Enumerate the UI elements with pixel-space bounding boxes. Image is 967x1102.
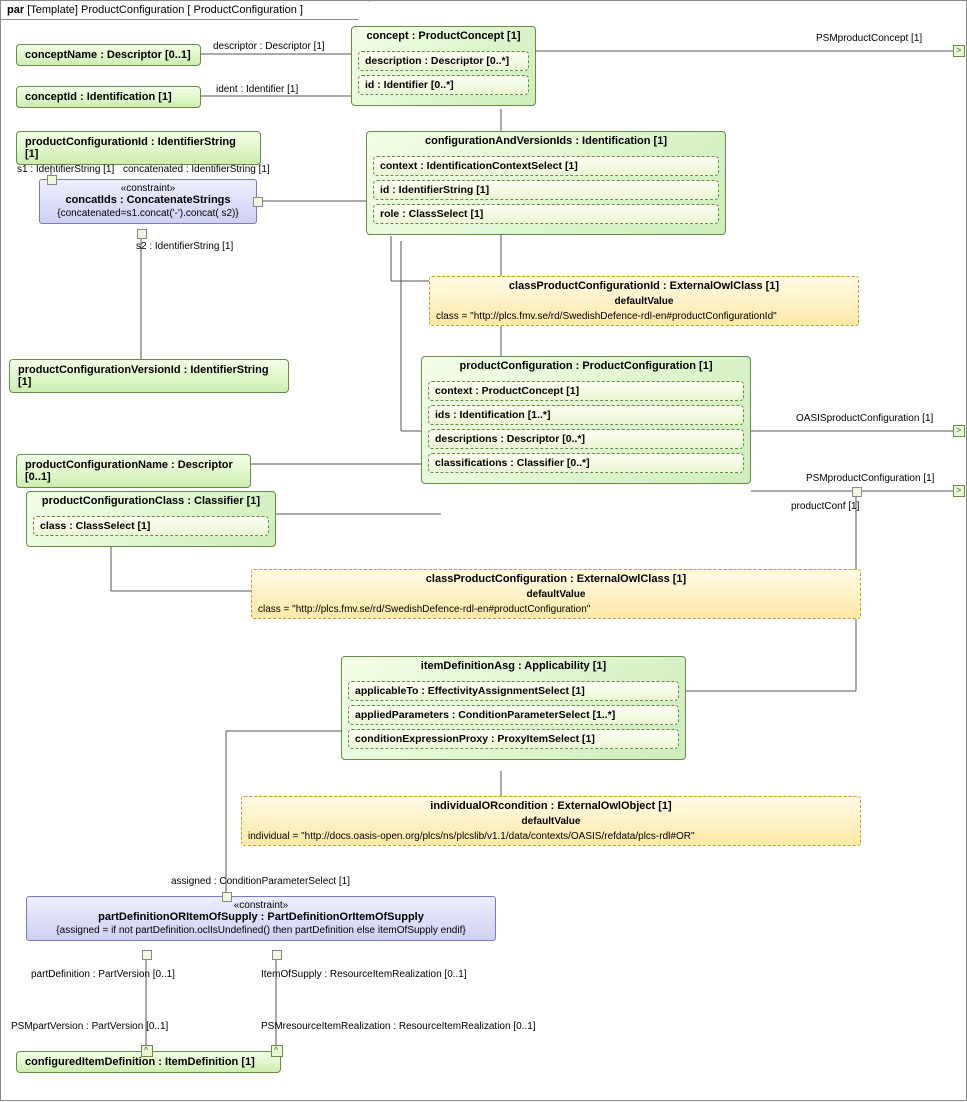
frame-param: [ ProductConfiguration ] (187, 4, 303, 16)
productConfigurationName: productConfigurationName : Descriptor [0… (16, 454, 251, 488)
constraint-expr: {concatenated=s1.concat('-').concat( s2)… (40, 206, 256, 223)
label-s2: s2 : IdentifierString [1] (136, 241, 233, 252)
productConfigurationClass: productConfigurationClass : Classifier [… (26, 491, 276, 547)
port-partDefinition (142, 950, 152, 960)
label-ident: ident : Identifier [1] (216, 84, 298, 95)
frame-kind: [Template] (27, 4, 78, 16)
cav-id: id : IdentifierString [1] (373, 180, 719, 200)
port-psmResourceItem (271, 1045, 283, 1057)
concept-id: id : Identifier [0..*] (358, 75, 529, 95)
pcc-class: class : ClassSelect [1] (33, 516, 269, 536)
parametric-frame: par [Template] ProductConfiguration [ Pr… (0, 0, 967, 1101)
label-assigned: assigned : ConditionParameterSelect [1] (171, 876, 350, 887)
port-assigned (222, 892, 232, 902)
ida-title: itemDefinitionAsg : Applicability [1] (342, 657, 685, 675)
label-psmPartVersion: PSMpartVersion : PartVersion [0..1] (11, 1021, 168, 1032)
port-concatenated (253, 197, 263, 207)
cpc-body: class = "http://plcs.fmv.se/rd/SwedishDe… (252, 601, 860, 618)
port-psmProductConfiguration (953, 485, 965, 497)
constraint-name: concatIds : ConcatenateStrings (40, 194, 256, 206)
ioc-title: individualORcondition : ExternalOwlObjec… (242, 797, 860, 815)
classProductConfiguration: classProductConfiguration : ExternalOwlC… (251, 569, 861, 619)
constraint-stereotype: «constraint» (40, 180, 256, 194)
concept-description: description : Descriptor [0..*] (358, 51, 529, 71)
label-psmProductConcept: PSMproductConcept [1] (816, 33, 922, 44)
cav-context: context : IdentificationContextSelect [1… (373, 156, 719, 176)
configAndVersionIds: configurationAndVersionIds : Identificat… (366, 131, 726, 235)
pc-title: productConfiguration : ProductConfigurat… (422, 357, 750, 375)
pd-expr: {assigned = if not partDefinition.oclIsU… (27, 923, 495, 940)
individualORcondition: individualORcondition : ExternalOwlObjec… (241, 796, 861, 846)
pd-name: partDefinitionORItemOfSupply : PartDefin… (27, 911, 495, 923)
ioc-sub: defaultValue (242, 815, 860, 828)
port-itemOfSupply (272, 950, 282, 960)
conceptName: conceptName : Descriptor [0..1] (16, 44, 201, 66)
productConfiguration: productConfiguration : ProductConfigurat… (421, 356, 751, 484)
itemDefinitionAsg: itemDefinitionAsg : Applicability [1] ap… (341, 656, 686, 760)
productConfigurationId: productConfigurationId : IdentifierStrin… (16, 131, 261, 165)
label-s1: s1 : IdentifierString [1] (17, 164, 114, 175)
pc-context: context : ProductConcept [1] (428, 381, 744, 401)
concatIds-constraint: «constraint» concatIds : ConcatenateStri… (39, 179, 257, 224)
partDef-constraint: «constraint» partDefinitionORItemOfSuppl… (26, 896, 496, 941)
label-productConf: productConf [1] (791, 501, 859, 512)
pc-ids: ids : Identification [1..*] (428, 405, 744, 425)
ida-appliedParameters: appliedParameters : ConditionParameterSe… (348, 705, 679, 725)
port-oasisProductConfiguration (953, 425, 965, 437)
frame-title: par [Template] ProductConfiguration [ Pr… (1, 1, 370, 20)
port-productConf (852, 487, 862, 497)
ioc-body: individual = "http://docs.oasis-open.org… (242, 828, 860, 845)
pc-descriptions: descriptions : Descriptor [0..*] (428, 429, 744, 449)
cpc-sub: defaultValue (252, 588, 860, 601)
productConfigurationVersionId: productConfigurationVersionId : Identifi… (9, 359, 289, 393)
concept-title: concept : ProductConcept [1] (352, 27, 535, 45)
pc-classifications: classifications : Classifier [0..*] (428, 453, 744, 473)
label-oasis: OASISproductConfiguration [1] (796, 413, 933, 424)
pd-stereotype: «constraint» (27, 897, 495, 911)
frame-name: ProductConfiguration (81, 4, 184, 16)
port-psmPartVersion (141, 1045, 153, 1057)
frame-kw: par (7, 4, 24, 16)
cav-title: configurationAndVersionIds : Identificat… (367, 132, 725, 150)
cpc-title: classProductConfiguration : ExternalOwlC… (252, 570, 860, 588)
cav-role: role : ClassSelect [1] (373, 204, 719, 224)
ida-applicableTo: applicableTo : EffectivityAssignmentSele… (348, 681, 679, 701)
label-itemOfSupply: ItemOfSupply : ResourceItemRealization [… (261, 969, 467, 980)
ida-conditionExpressionProxy: conditionExpressionProxy : ProxyItemSele… (348, 729, 679, 749)
concept-block: concept : ProductConcept [1] description… (351, 26, 536, 106)
port-psmProductConcept (953, 45, 965, 57)
port-s1 (47, 175, 57, 185)
cpcid-body: class = "http://plcs.fmv.se/rd/SwedishDe… (430, 308, 858, 325)
classProductConfigurationId: classProductConfigurationId : ExternalOw… (429, 276, 859, 326)
port-s2 (137, 229, 147, 239)
pcc-title: productConfigurationClass : Classifier [… (27, 492, 275, 510)
cpcid-title: classProductConfigurationId : ExternalOw… (430, 277, 858, 295)
label-descriptor: descriptor : Descriptor [1] (213, 41, 325, 52)
label-concatenated: concatenated : IdentifierString [1] (123, 164, 270, 175)
label-partDefinition: partDefinition : PartVersion [0..1] (31, 969, 175, 980)
label-psmResourceItem: PSMresourceItemRealization : ResourceIte… (261, 1021, 536, 1032)
cpcid-sub: defaultValue (430, 295, 858, 308)
label-psmPC: PSMproductConfiguration [1] (806, 473, 934, 484)
conceptId: conceptId : Identification [1] (16, 86, 201, 108)
